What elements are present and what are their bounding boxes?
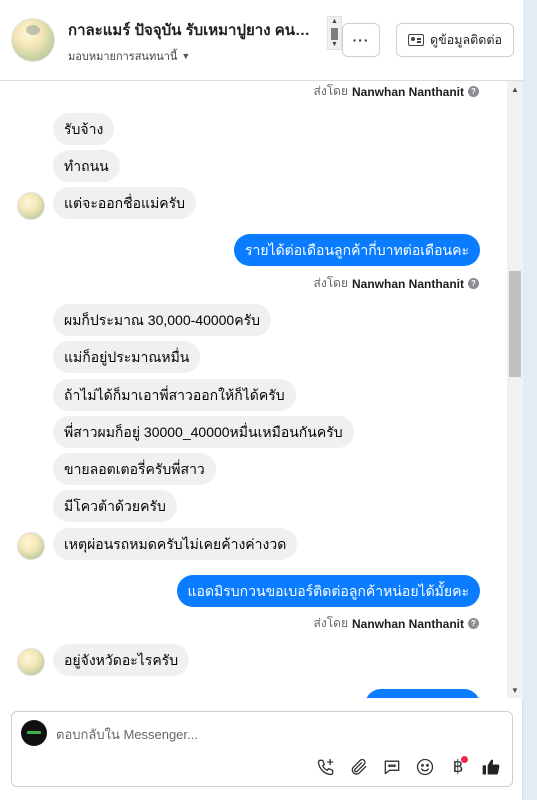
saved-replies-icon[interactable] bbox=[381, 756, 403, 778]
thread-scroll-thumb[interactable] bbox=[509, 271, 521, 377]
customer-avatar-small[interactable] bbox=[17, 648, 45, 676]
assign-conversation-dropdown[interactable]: มอบหมายการสนทนานี้ ▼ bbox=[68, 47, 190, 65]
scroll-down-arrow-icon[interactable]: ▼ bbox=[331, 41, 338, 48]
sent-by-label: ส่งโดย bbox=[313, 276, 348, 290]
outgoing-message[interactable]: รายได้ต่อเดือนลูกค้ากี่บาทต่อเดือนคะ bbox=[233, 234, 480, 266]
composer-toolbar: ฿ bbox=[315, 756, 502, 778]
assign-conversation-label: มอบหมายการสนทนานี้ bbox=[68, 51, 178, 63]
reply-composer: ฿ bbox=[11, 711, 513, 787]
reply-input[interactable] bbox=[56, 724, 456, 744]
title-scroll-thumb[interactable] bbox=[331, 28, 338, 40]
help-icon[interactable]: ? bbox=[468, 278, 479, 289]
messenger-window: กาละแมร์ ปัจจุบัน รับเหมาปูยาง คนทำ... ม… bbox=[0, 0, 523, 800]
scroll-up-arrow-icon[interactable]: ▲ bbox=[331, 18, 338, 25]
caret-down-icon: ▼ bbox=[181, 51, 191, 61]
contact-card-icon bbox=[408, 34, 425, 46]
conversation-title[interactable]: กาละแมร์ ปัจจุบัน รับเหมาปูยาง คนทำ... bbox=[68, 18, 320, 42]
sent-by-line: ส่งโดย Nanwhan Nanthanit ? bbox=[314, 274, 479, 293]
more-options-button[interactable]: ··· bbox=[342, 23, 380, 57]
help-icon[interactable]: ? bbox=[468, 618, 479, 629]
baht-payment-icon[interactable]: ฿ bbox=[447, 756, 469, 778]
sender-name: Nanwhan Nanthanit bbox=[351, 276, 464, 291]
scroll-down-arrow-icon[interactable]: ▼ bbox=[511, 686, 519, 695]
paperclip-icon[interactable] bbox=[348, 756, 370, 778]
sent-by-label: ส่งโดย bbox=[313, 84, 348, 98]
customer-avatar-small[interactable] bbox=[17, 532, 45, 560]
sent-by-line: ส่งโดย Nanwhan Nanthanit ? bbox=[314, 82, 479, 101]
incoming-message[interactable]: แต่จะออกชื่อแม่ครับ bbox=[53, 187, 197, 219]
more-dots-icon: ··· bbox=[352, 32, 370, 48]
notification-dot bbox=[461, 756, 468, 763]
incoming-message[interactable]: แม่ก็อยู่ประมาณหมื่น bbox=[53, 341, 201, 373]
view-contact-label: ดูข้อมูลติดต่อ bbox=[430, 33, 502, 47]
incoming-message[interactable]: ผมก็ประมาณ 30,000-40000ครับ bbox=[53, 304, 271, 336]
thumbs-up-icon[interactable] bbox=[480, 756, 502, 778]
customer-avatar[interactable] bbox=[11, 18, 55, 62]
sent-by-line: ส่งโดย Nanwhan Nanthanit ? bbox=[314, 614, 479, 633]
conversation-header: กาละแมร์ ปัจจุบัน รับเหมาปูยาง คนทำ... ม… bbox=[0, 0, 523, 81]
incoming-message[interactable]: มีโควต้าด้วยครับ bbox=[53, 490, 177, 522]
incoming-message[interactable]: รับจ้าง bbox=[53, 113, 115, 145]
scroll-up-arrow-icon[interactable]: ▲ bbox=[511, 85, 519, 94]
incoming-message[interactable]: ขายลอตเตอรี่ครับพี่สาว bbox=[53, 453, 216, 485]
message-thread[interactable]: ส่งโดย Nanwhan Nanthanit ? รับจ้าง ทำถนน… bbox=[0, 81, 523, 698]
sender-name: Nanwhan Nanthanit bbox=[351, 616, 464, 631]
incoming-message[interactable]: พี่สาวผมก็อยู่ 30000_40000หมื่นเหมือนกัน… bbox=[53, 416, 354, 448]
outgoing-message-partial[interactable] bbox=[365, 689, 480, 698]
page-avatar bbox=[21, 720, 47, 746]
view-contact-button[interactable]: ดูข้อมูลติดต่อ bbox=[396, 23, 514, 57]
emoji-icon[interactable] bbox=[414, 756, 436, 778]
help-icon[interactable]: ? bbox=[468, 86, 479, 97]
customer-avatar-small[interactable] bbox=[17, 192, 45, 220]
phone-plus-icon[interactable] bbox=[315, 756, 337, 778]
incoming-message[interactable]: ถ้าไม่ได้ก็มาเอาพี่สาวออกให้ก็ได้ครับ bbox=[53, 379, 296, 411]
incoming-message[interactable]: ทำถนน bbox=[53, 150, 120, 182]
title-scrollbar[interactable]: ▲ ▼ bbox=[327, 16, 342, 50]
incoming-message[interactable]: อยู่จังหวัดอะไรครับ bbox=[53, 644, 190, 676]
background-strip bbox=[523, 0, 537, 800]
sender-name: Nanwhan Nanthanit bbox=[351, 84, 464, 99]
thread-scrollbar[interactable]: ▲ ▼ bbox=[507, 81, 523, 698]
incoming-message[interactable]: เหตุผ่อนรถหมดครับไม่เคยค้างค่างวด bbox=[53, 528, 298, 560]
outgoing-message[interactable]: แอดมิรบกวนขอเบอร์ติดต่อลูกค้าหน่อยได้มั้… bbox=[176, 575, 480, 607]
sent-by-label: ส่งโดย bbox=[313, 616, 348, 630]
